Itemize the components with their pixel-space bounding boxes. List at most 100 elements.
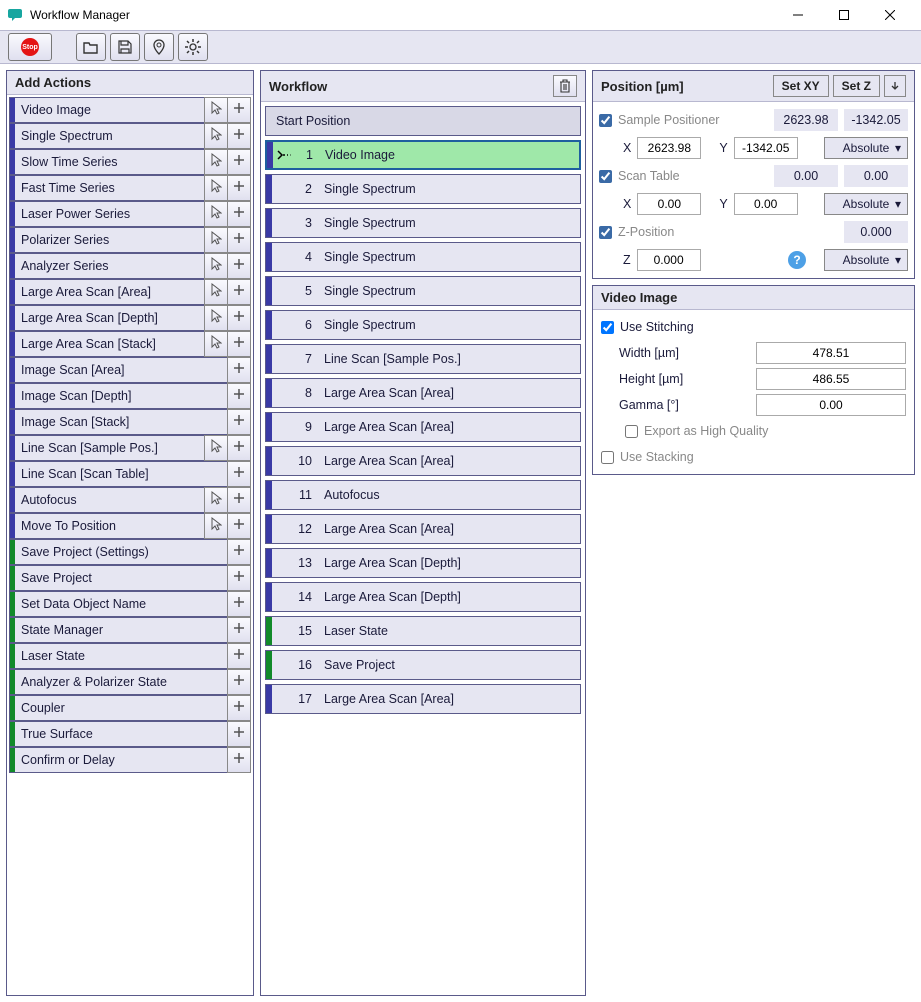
action-item[interactable]: Line Scan [Scan Table] — [9, 461, 228, 487]
action-item[interactable]: Large Area Scan [Depth] — [9, 305, 205, 331]
add-action-button[interactable] — [227, 175, 251, 201]
settings-button[interactable] — [178, 33, 208, 61]
add-action-button[interactable] — [227, 539, 251, 565]
sample-positioner-checkbox[interactable] — [599, 114, 612, 127]
sample-positioner-y-input[interactable] — [734, 137, 798, 159]
workflow-step[interactable]: 11Autofocus — [265, 480, 581, 510]
pick-position-button[interactable] — [204, 487, 228, 513]
pick-position-button[interactable] — [204, 175, 228, 201]
add-action-button[interactable] — [227, 149, 251, 175]
pick-position-button[interactable] — [204, 201, 228, 227]
action-item[interactable]: Move To Position — [9, 513, 205, 539]
workflow-step[interactable]: 2Single Spectrum — [265, 174, 581, 204]
use-stacking-checkbox[interactable] — [601, 451, 614, 464]
add-action-button[interactable] — [227, 253, 251, 279]
action-item[interactable]: Analyzer & Polarizer State — [9, 669, 228, 695]
action-item[interactable]: Laser Power Series — [9, 201, 205, 227]
set-xy-button[interactable]: Set XY — [773, 75, 829, 97]
delete-step-button[interactable] — [553, 75, 577, 97]
workflow-step[interactable]: 8Large Area Scan [Area] — [265, 378, 581, 408]
add-action-button[interactable] — [227, 513, 251, 539]
action-item[interactable]: Image Scan [Stack] — [9, 409, 228, 435]
add-action-button[interactable] — [227, 747, 251, 773]
action-item[interactable]: Fast Time Series — [9, 175, 205, 201]
workflow-step[interactable]: 10Large Area Scan [Area] — [265, 446, 581, 476]
sample-positioner-mode-select[interactable]: Absolute ▾ — [824, 137, 908, 159]
pick-position-button[interactable] — [204, 227, 228, 253]
scan-table-y-input[interactable] — [734, 193, 798, 215]
workflow-step[interactable]: 16Save Project — [265, 650, 581, 680]
action-item[interactable]: Analyzer Series — [9, 253, 205, 279]
marker-button[interactable] — [144, 33, 174, 61]
workflow-step[interactable]: 13Large Area Scan [Depth] — [265, 548, 581, 578]
add-action-button[interactable] — [227, 383, 251, 409]
pick-position-button[interactable] — [204, 305, 228, 331]
action-item[interactable]: Set Data Object Name — [9, 591, 228, 617]
add-action-button[interactable] — [227, 201, 251, 227]
maximize-button[interactable] — [821, 0, 867, 30]
add-action-button[interactable] — [227, 591, 251, 617]
set-z-button[interactable]: Set Z — [833, 75, 880, 97]
pick-position-button[interactable] — [204, 149, 228, 175]
sample-positioner-x-input[interactable] — [637, 137, 701, 159]
pick-position-button[interactable] — [204, 97, 228, 123]
add-action-button[interactable] — [227, 487, 251, 513]
add-action-button[interactable] — [227, 123, 251, 149]
add-action-button[interactable] — [227, 357, 251, 383]
z-position-mode-select[interactable]: Absolute ▾ — [824, 249, 908, 271]
add-action-button[interactable] — [227, 461, 251, 487]
action-item[interactable]: State Manager — [9, 617, 228, 643]
workflow-step[interactable]: 3Single Spectrum — [265, 208, 581, 238]
add-action-button[interactable] — [227, 617, 251, 643]
add-action-button[interactable] — [227, 227, 251, 253]
action-item[interactable]: Large Area Scan [Stack] — [9, 331, 205, 357]
add-action-button[interactable] — [227, 97, 251, 123]
add-action-button[interactable] — [227, 435, 251, 461]
down-arrow-button[interactable] — [884, 75, 906, 97]
action-item[interactable]: Single Spectrum — [9, 123, 205, 149]
action-item[interactable]: Video Image — [9, 97, 205, 123]
scan-table-x-input[interactable] — [637, 193, 701, 215]
action-item[interactable]: Save Project (Settings) — [9, 539, 228, 565]
add-action-button[interactable] — [227, 565, 251, 591]
add-action-button[interactable] — [227, 305, 251, 331]
vi-gamma-input[interactable] — [756, 394, 906, 416]
workflow-start-item[interactable]: Start Position — [265, 106, 581, 136]
action-item[interactable]: Slow Time Series — [9, 149, 205, 175]
vi-width-input[interactable] — [756, 342, 906, 364]
workflow-step[interactable]: 7Line Scan [Sample Pos.] — [265, 344, 581, 374]
action-item[interactable]: Save Project — [9, 565, 228, 591]
pick-position-button[interactable] — [204, 253, 228, 279]
add-action-button[interactable] — [227, 669, 251, 695]
action-item[interactable]: Autofocus — [9, 487, 205, 513]
add-action-button[interactable] — [227, 721, 251, 747]
action-item[interactable]: Confirm or Delay — [9, 747, 228, 773]
workflow-step[interactable]: 14Large Area Scan [Depth] — [265, 582, 581, 612]
workflow-step[interactable]: 5Single Spectrum — [265, 276, 581, 306]
pick-position-button[interactable] — [204, 331, 228, 357]
use-stitching-checkbox[interactable] — [601, 321, 614, 334]
open-button[interactable] — [76, 33, 106, 61]
action-item[interactable]: Coupler — [9, 695, 228, 721]
workflow-step[interactable]: 1Video Image — [265, 140, 581, 170]
z-position-checkbox[interactable] — [599, 226, 612, 239]
pick-position-button[interactable] — [204, 279, 228, 305]
pick-position-button[interactable] — [204, 513, 228, 539]
workflow-step[interactable]: 6Single Spectrum — [265, 310, 581, 340]
save-button[interactable] — [110, 33, 140, 61]
close-button[interactable] — [867, 0, 913, 30]
minimize-button[interactable] — [775, 0, 821, 30]
add-action-button[interactable] — [227, 695, 251, 721]
action-item[interactable]: Laser State — [9, 643, 228, 669]
help-icon[interactable]: ? — [788, 251, 806, 269]
action-item[interactable]: Image Scan [Area] — [9, 357, 228, 383]
scan-table-checkbox[interactable] — [599, 170, 612, 183]
stop-button[interactable]: Stop — [8, 33, 52, 61]
add-action-button[interactable] — [227, 279, 251, 305]
add-action-button[interactable] — [227, 331, 251, 357]
z-position-input[interactable] — [637, 249, 701, 271]
export-hq-checkbox[interactable] — [625, 425, 638, 438]
workflow-step[interactable]: 4Single Spectrum — [265, 242, 581, 272]
scan-table-mode-select[interactable]: Absolute ▾ — [824, 193, 908, 215]
action-item[interactable]: Polarizer Series — [9, 227, 205, 253]
